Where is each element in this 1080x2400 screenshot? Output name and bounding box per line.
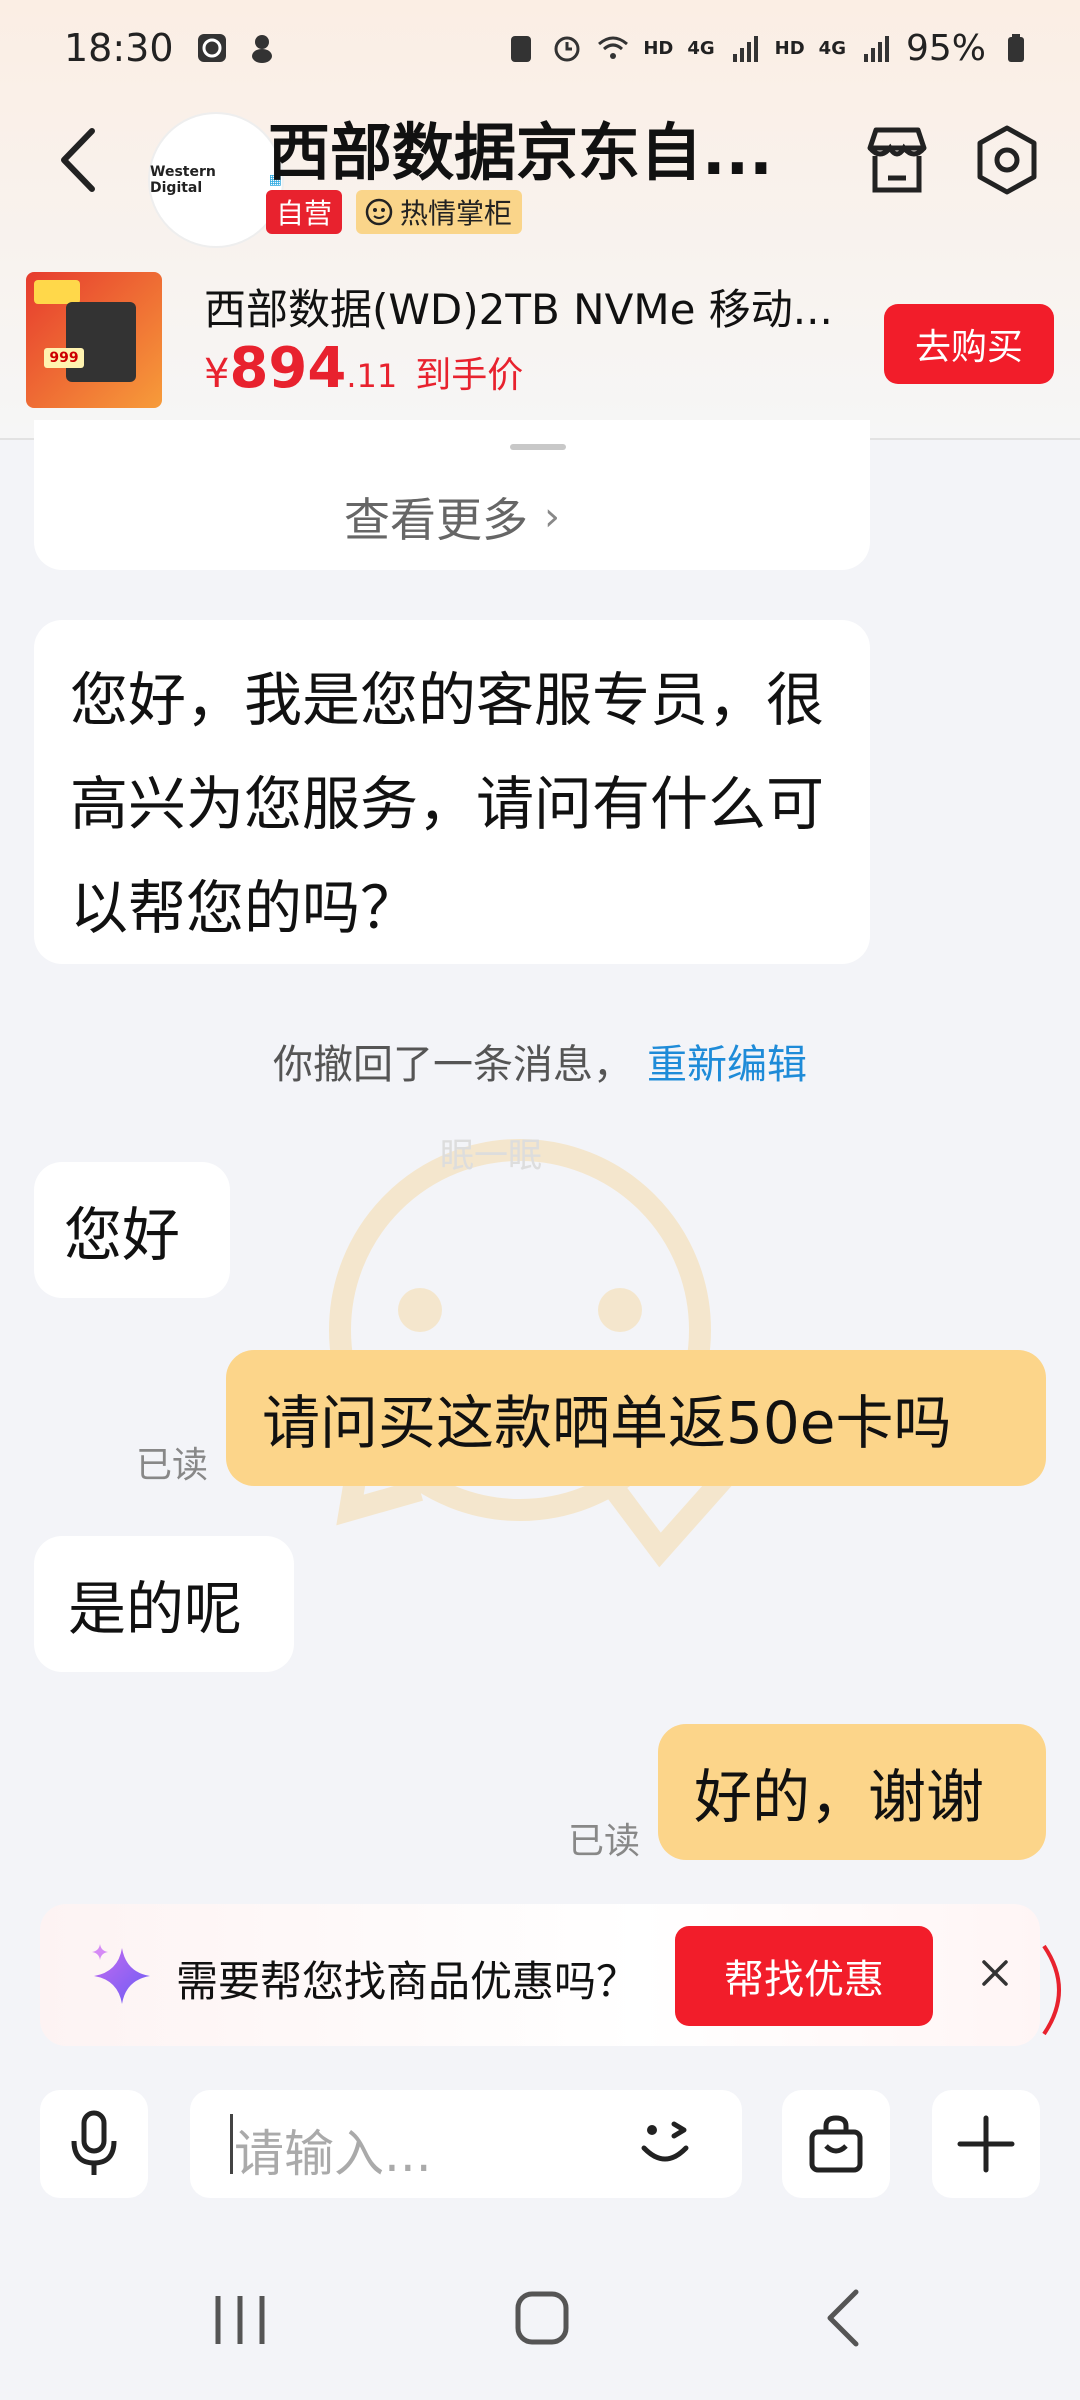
system-nav-bar: [0, 2250, 1080, 2400]
price-decimal: .11: [346, 357, 398, 395]
voice-input-button[interactable]: [40, 2090, 148, 2198]
read-receipt: 已读: [568, 1821, 641, 1862]
price-integer: 894: [229, 336, 347, 401]
deal-finder-banner: 需要帮您找商品优惠吗？ 帮找优惠: [40, 1904, 1040, 2046]
chat-header: Western Digital ▦ 西部数据京东自... 自营 热情掌柜: [0, 100, 1080, 250]
clock-app-icon: [197, 34, 226, 62]
smile-face-icon: [365, 198, 393, 226]
product-picker-button[interactable]: [782, 2090, 890, 2198]
thumb-price-badge: 999: [44, 348, 84, 368]
message-input[interactable]: 请输入...: [190, 2090, 742, 2198]
app-notification-icon: [251, 35, 272, 63]
recall-text: 你撤回了一条消息，: [273, 1042, 633, 1088]
buy-button[interactable]: 去购买: [884, 304, 1054, 384]
product-thumbnail[interactable]: 999: [26, 272, 162, 408]
back-arrow-icon[interactable]: [50, 125, 110, 195]
chevron-right-icon: ›: [544, 494, 560, 540]
message-placeholder: 请输入...: [234, 2125, 432, 2183]
deal-finder-text: 需要帮您找商品优惠吗？: [176, 1957, 639, 2006]
signal-label-1: 4G: [687, 37, 715, 59]
product-title[interactable]: 西部数据(WD)2TB NVMe 移动...: [204, 276, 854, 337]
system-back-icon[interactable]: [820, 2286, 870, 2350]
hot-shopkeeper-label: 热情掌柜: [400, 197, 513, 230]
close-icon[interactable]: [970, 1948, 1020, 1998]
sparkle-icon: [92, 1944, 150, 2004]
see-more-label: 查看更多: [344, 493, 528, 547]
plus-icon: [957, 2115, 1015, 2173]
store-avatar[interactable]: Western Digital ▦: [150, 114, 282, 246]
signal-icon-1: [732, 36, 758, 62]
user-message: 请问买这款晒单返50e卡吗: [226, 1350, 1046, 1486]
store-tags: 自营 热情掌柜: [266, 190, 523, 234]
re-edit-link[interactable]: 重新编辑: [647, 1042, 807, 1088]
self-operated-tag: 自营: [266, 190, 343, 234]
hot-shopkeeper-tag: 热情掌柜: [356, 190, 523, 234]
find-deals-button[interactable]: 帮找优惠: [675, 1926, 933, 2026]
thumb-badge-shape: [34, 280, 80, 304]
agent-message: 您好: [34, 1162, 230, 1298]
agent-message: 是的呢: [34, 1536, 294, 1672]
signal-label-2: 4G: [818, 37, 846, 59]
user-message: 好的，谢谢: [658, 1724, 1046, 1860]
network-hd-2: HD: [774, 37, 805, 59]
store-name[interactable]: 西部数据京东自...: [268, 102, 788, 192]
watermark-text: 眠一眠: [440, 1136, 542, 1176]
store-icon[interactable]: [862, 122, 932, 198]
home-icon[interactable]: [512, 2288, 572, 2348]
price-label: 到手价: [415, 355, 524, 396]
recall-notice: 你撤回了一条消息， 重新编辑: [0, 1032, 1080, 1090]
signal-icon-2: [863, 36, 889, 62]
thumb-drive-shape: [66, 302, 136, 382]
battery-percent: 95%: [905, 27, 986, 69]
recent-apps-icon[interactable]: [210, 2290, 270, 2350]
recycle-icon: [511, 36, 532, 62]
see-more-button[interactable]: 查看更多 ›: [34, 420, 870, 570]
store-logo-text: Western Digital: [150, 164, 216, 196]
collapse-handle[interactable]: [510, 444, 566, 450]
emoji-wink-icon[interactable]: [630, 2108, 700, 2178]
network-hd-1: HD: [643, 37, 674, 59]
price-symbol: ¥: [204, 351, 230, 397]
more-actions-button[interactable]: [932, 2090, 1040, 2198]
text-caret: [230, 2114, 233, 2174]
agent-greeting-message: 您好，我是您的客服专员，很高兴为您服务，请问有什么可以帮您的吗？: [34, 620, 870, 964]
product-price: ¥ 894 .11 到手价: [204, 336, 523, 401]
wifi-icon: [598, 36, 629, 59]
shopping-bag-icon: [809, 2115, 863, 2173]
floating-indicator-arc: [1042, 1944, 1061, 2036]
alarm-icon: [554, 36, 580, 62]
product-card[interactable]: 999 西部数据(WD)2TB NVMe 移动... ¥ 894 .11 到手价…: [0, 260, 1080, 440]
microphone-icon: [71, 2110, 117, 2175]
read-receipt: 已读: [136, 1445, 209, 1486]
status-time: 18:30: [64, 26, 174, 70]
battery-icon: [1008, 34, 1024, 62]
status-bar: 18:30 HD 4G HD 4G 95%: [0, 0, 1080, 96]
settings-hexagon-icon[interactable]: [970, 122, 1044, 198]
